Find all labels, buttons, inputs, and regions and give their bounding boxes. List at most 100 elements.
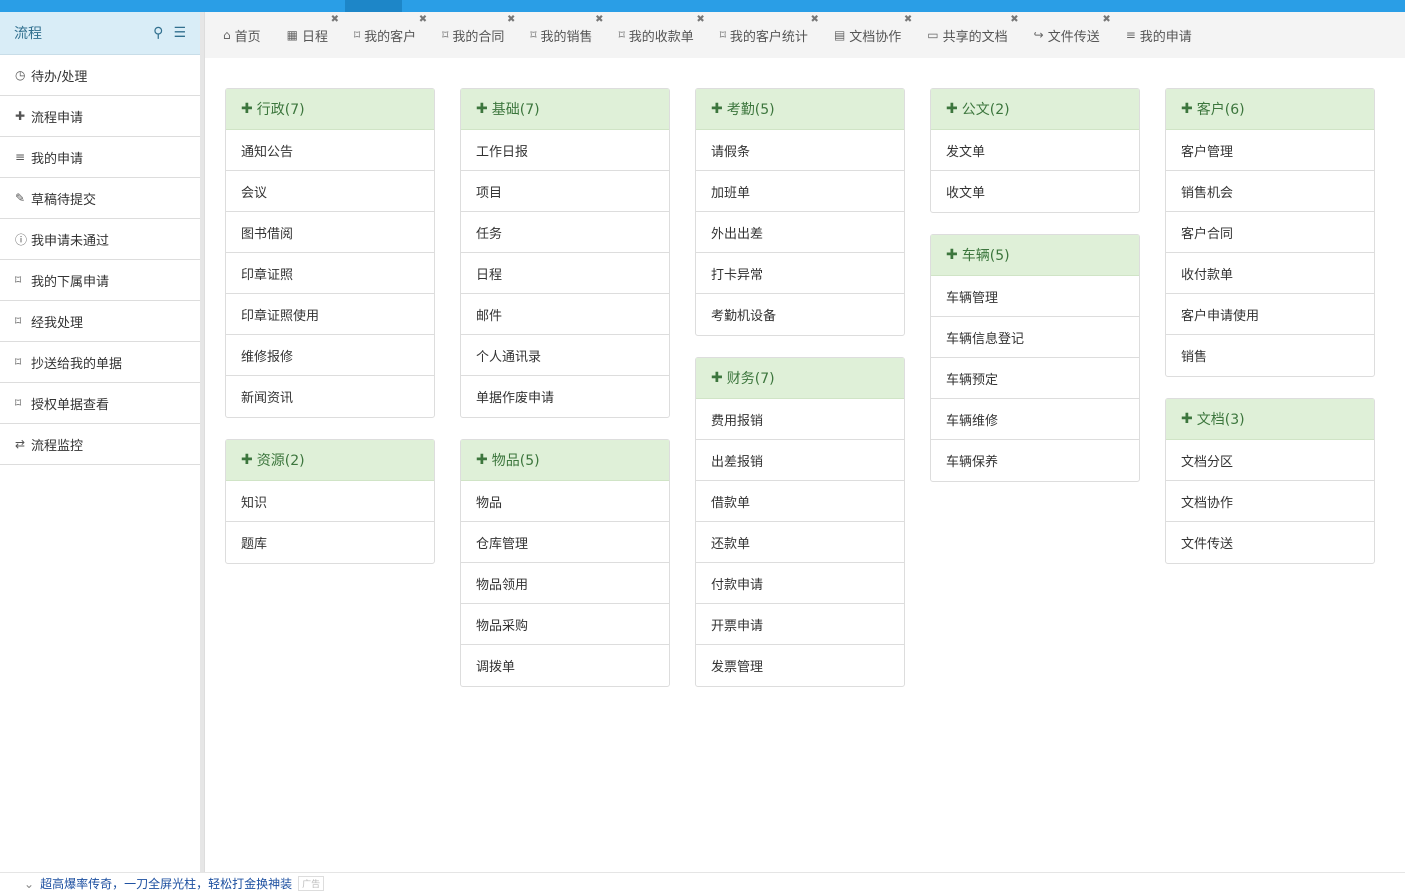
tab[interactable]: ▭ 共享的文档 ✖: [927, 12, 1018, 58]
sidebar-item[interactable]: ≡ 我的申请: [0, 137, 200, 178]
module-link[interactable]: 打卡异常: [696, 253, 904, 294]
tab[interactable]: ⌑ 我的客户统计 ✖: [720, 12, 819, 58]
module-link[interactable]: 个人通讯录: [461, 335, 669, 376]
module-link[interactable]: 开票申请: [696, 604, 904, 645]
sidebar-item[interactable]: ⇄ 流程监控: [0, 424, 200, 465]
module-link[interactable]: 费用报销: [696, 399, 904, 440]
module-link[interactable]: 销售机会: [1166, 171, 1374, 212]
module-column: ✚ 公文(2) 发文单 收文单 ✚ 车辆(5) 车辆管理 车辆信息登记 车辆预定 车辆维修 车辆保养: [930, 88, 1140, 503]
module-link[interactable]: 车辆预定: [931, 358, 1139, 399]
module-link[interactable]: 车辆信息登记: [931, 317, 1139, 358]
tab[interactable]: ↪ 文件传送 ✖: [1034, 12, 1111, 58]
module-link[interactable]: 车辆保养: [931, 440, 1139, 481]
panel-header[interactable]: ✚ 行政(7): [226, 89, 434, 130]
panel-header[interactable]: ✚ 车辆(5): [931, 235, 1139, 276]
sidebar-item[interactable]: ✎ 草稿待提交: [0, 178, 200, 219]
panel-header[interactable]: ✚ 物品(5): [461, 440, 669, 481]
menu-icon[interactable]: ☰: [173, 25, 186, 41]
module-link[interactable]: 加班单: [696, 171, 904, 212]
module-link[interactable]: 单据作废申请: [461, 376, 669, 417]
module-link[interactable]: 仓库管理: [461, 522, 669, 563]
module-link[interactable]: 文档协作: [1166, 481, 1374, 522]
module-link[interactable]: 车辆管理: [931, 276, 1139, 317]
module-link[interactable]: 工作日报: [461, 130, 669, 171]
module-link[interactable]: 印章证照: [226, 253, 434, 294]
module-link[interactable]: 考勤机设备: [696, 294, 904, 335]
panel-header[interactable]: ✚ 资源(2): [226, 440, 434, 481]
close-tab-icon[interactable]: ✖: [331, 14, 339, 25]
module-link[interactable]: 物品: [461, 481, 669, 522]
module-link[interactable]: 题库: [226, 522, 434, 563]
module-link[interactable]: 维修报修: [226, 335, 434, 376]
search-icon[interactable]: ⚲: [153, 25, 163, 41]
panel-header[interactable]: ✚ 基础(7): [461, 89, 669, 130]
module-link[interactable]: 新闻资讯: [226, 376, 434, 417]
module-link[interactable]: 邮件: [461, 294, 669, 335]
module-link[interactable]: 图书借阅: [226, 212, 434, 253]
top-bar-active-tab[interactable]: [345, 0, 402, 12]
module-link[interactable]: 客户管理: [1166, 130, 1374, 171]
list-icon: ≡: [15, 150, 26, 164]
close-tab-icon[interactable]: ✖: [595, 14, 603, 25]
panel-header[interactable]: ✚ 考勤(5): [696, 89, 904, 130]
module-link[interactable]: 物品领用: [461, 563, 669, 604]
module-link[interactable]: 调拨单: [461, 645, 669, 686]
module-link[interactable]: 借款单: [696, 481, 904, 522]
module-panel: ✚ 资源(2) 知识 题库: [225, 439, 435, 564]
module-link[interactable]: 车辆维修: [931, 399, 1139, 440]
panel-header[interactable]: ✚ 公文(2): [931, 89, 1139, 130]
panel-header[interactable]: ✚ 客户(6): [1166, 89, 1374, 130]
tab[interactable]: ⌂ 首页: [223, 12, 261, 58]
close-tab-icon[interactable]: ✖: [904, 14, 912, 25]
module-link[interactable]: 销售: [1166, 335, 1374, 376]
tab[interactable]: ⌑ 我的销售 ✖: [530, 12, 603, 58]
module-link[interactable]: 外出出差: [696, 212, 904, 253]
close-tab-icon[interactable]: ✖: [696, 14, 704, 25]
module-link[interactable]: 文档分区: [1166, 440, 1374, 481]
close-tab-icon[interactable]: ✖: [811, 14, 819, 25]
module-link[interactable]: 客户合同: [1166, 212, 1374, 253]
footer-ad-text[interactable]: 超高爆率传奇，一刀全屏光柱，轻松打金换神装: [40, 875, 292, 892]
tab[interactable]: ⌑ 我的客户 ✖: [354, 12, 427, 58]
close-tab-icon[interactable]: ✖: [507, 14, 515, 25]
sidebar-item[interactable]: ✚ 流程申请: [0, 96, 200, 137]
sidebar-item-label: 待办/处理: [31, 69, 88, 85]
tab[interactable]: ▤ 文档协作 ✖: [834, 12, 912, 58]
module-link[interactable]: 日程: [461, 253, 669, 294]
tab[interactable]: ⌑ 我的合同 ✖: [442, 12, 515, 58]
tab[interactable]: ⌑ 我的收款单 ✖: [619, 12, 705, 58]
panel-header[interactable]: ✚ 财务(7): [696, 358, 904, 399]
sidebar-item[interactable]: ⌑ 我的下属申请: [0, 260, 200, 301]
module-link[interactable]: 会议: [226, 171, 434, 212]
module-link[interactable]: 文件传送: [1166, 522, 1374, 563]
close-tab-icon[interactable]: ✖: [1010, 14, 1018, 25]
module-link[interactable]: 还款单: [696, 522, 904, 563]
tab[interactable]: ▦ 日程 ✖: [287, 12, 339, 58]
module-link[interactable]: 请假条: [696, 130, 904, 171]
module-link[interactable]: 发文单: [931, 130, 1139, 171]
footer-ad[interactable]: ⌄ 超高爆率传奇，一刀全屏光柱，轻松打金换神装 广告: [0, 872, 1405, 894]
sidebar-item[interactable]: ⌑ 经我处理: [0, 301, 200, 342]
module-link[interactable]: 物品采购: [461, 604, 669, 645]
module-link[interactable]: 知识: [226, 481, 434, 522]
module-link[interactable]: 收文单: [931, 171, 1139, 212]
module-link[interactable]: 通知公告: [226, 130, 434, 171]
module-link[interactable]: 收付款单: [1166, 253, 1374, 294]
close-tab-icon[interactable]: ✖: [419, 14, 427, 25]
sidebar-splitter[interactable]: [200, 12, 205, 872]
sidebar-item[interactable]: ⌑ 授权单据查看: [0, 383, 200, 424]
sidebar-item[interactable]: ⓘ 我申请未通过: [0, 219, 200, 260]
module-link[interactable]: 任务: [461, 212, 669, 253]
tab[interactable]: ≡ 我的申请: [1126, 12, 1192, 58]
module-link[interactable]: 客户申请使用: [1166, 294, 1374, 335]
panel-header[interactable]: ✚ 文档(3): [1166, 399, 1374, 440]
module-link[interactable]: 印章证照使用: [226, 294, 434, 335]
module-link[interactable]: 出差报销: [696, 440, 904, 481]
module-link[interactable]: 付款申请: [696, 563, 904, 604]
sidebar-item[interactable]: ⌑ 抄送给我的单据: [0, 342, 200, 383]
sidebar-item[interactable]: ◷ 待办/处理: [0, 55, 200, 96]
module-link[interactable]: 项目: [461, 171, 669, 212]
module-link[interactable]: 发票管理: [696, 645, 904, 686]
close-tab-icon[interactable]: ✖: [1102, 14, 1110, 25]
sidebar-item-label: 我申请未通过: [31, 233, 110, 249]
